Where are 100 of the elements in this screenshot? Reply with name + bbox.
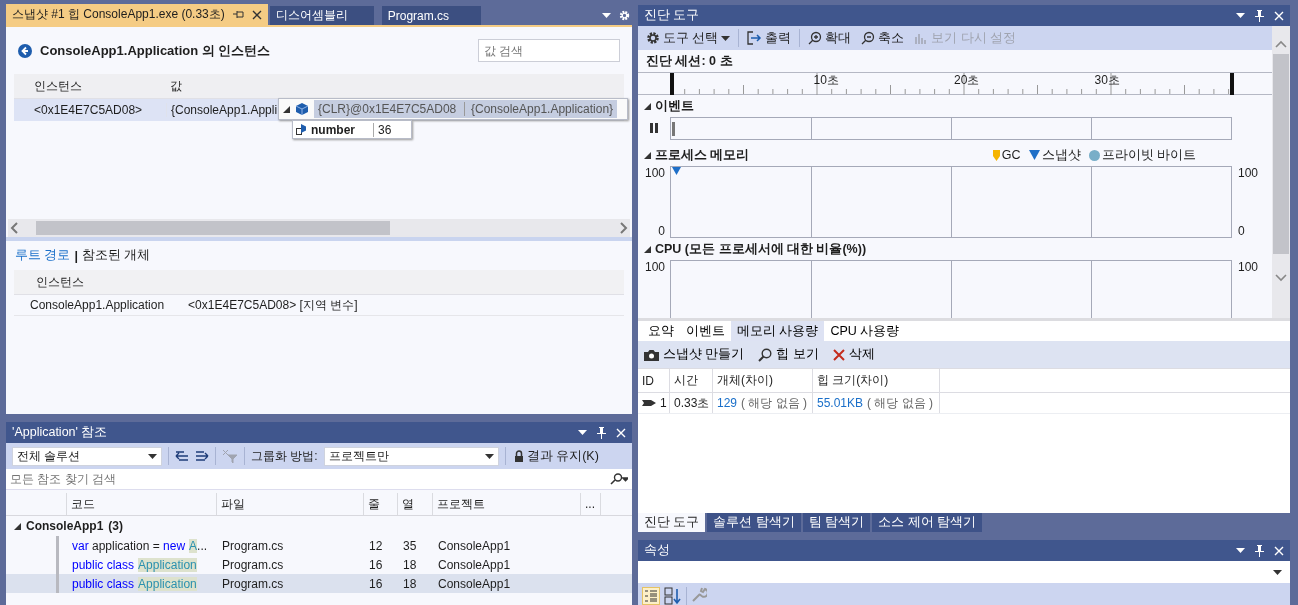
expander-icon[interactable] bbox=[283, 105, 290, 113]
legend-label: GC bbox=[1001, 148, 1021, 163]
scroll-up-icon[interactable] bbox=[1275, 40, 1287, 48]
table-cell-text: 35 bbox=[402, 538, 418, 553]
object-icon bbox=[296, 103, 308, 115]
scroll-down-icon[interactable] bbox=[1275, 274, 1287, 282]
menu-caret-icon[interactable] bbox=[484, 453, 494, 459]
toolbar-button[interactable]: 출력 bbox=[745, 29, 794, 47]
axis-label: 0 bbox=[658, 223, 665, 238]
heap-size-link[interactable]: 55.01KB bbox=[817, 396, 864, 410]
menu-caret-icon[interactable] bbox=[1273, 569, 1282, 575]
categorized-icon[interactable] bbox=[642, 587, 660, 605]
column-header[interactable]: 열 bbox=[397, 493, 432, 515]
prev-icon[interactable] bbox=[175, 450, 189, 462]
table-cell-text: 12 bbox=[368, 538, 384, 553]
sort-icon[interactable] bbox=[664, 587, 682, 605]
group-label[interactable]: ConsoleApp1 bbox=[26, 519, 104, 533]
menu-caret-icon[interactable] bbox=[148, 453, 157, 459]
expander-icon[interactable] bbox=[644, 102, 651, 110]
scrollbar-thumb[interactable] bbox=[36, 221, 390, 235]
scope-dropdown[interactable]: 전체 솔루션 bbox=[12, 446, 162, 466]
legend-label: 프라이빗 바이트 bbox=[1101, 146, 1196, 164]
section-title: 이벤트 bbox=[655, 97, 694, 115]
toolbar-button[interactable]: 도구 선택 bbox=[644, 29, 733, 47]
bar-chart-icon bbox=[914, 31, 929, 46]
diff-text: ( 해당 없음 ) bbox=[741, 394, 808, 412]
tool-window-tab[interactable]: 솔루션 탐색기 bbox=[707, 513, 801, 532]
view-tab[interactable]: 메모리 사용량 bbox=[731, 321, 825, 341]
next-icon[interactable] bbox=[195, 450, 209, 462]
search-field[interactable]: 모든 참조 찾기 검색 bbox=[6, 469, 610, 489]
pin-icon[interactable] bbox=[1255, 9, 1264, 22]
tool-window-tab[interactable]: 팀 탐색기 bbox=[802, 513, 871, 532]
table-cell-text: 16 bbox=[368, 557, 384, 572]
close-icon[interactable] bbox=[251, 9, 262, 20]
toolbar-button[interactable]: 축소 bbox=[859, 29, 907, 47]
view-tab[interactable]: CPU 사용량 bbox=[824, 321, 906, 341]
column-header[interactable]: ID bbox=[638, 369, 670, 392]
column-header[interactable]: 줄 bbox=[363, 493, 397, 515]
column-header[interactable]: 파일 bbox=[216, 493, 363, 515]
back-icon[interactable] bbox=[18, 43, 32, 58]
keep-results-button[interactable]: 결과 유지(K) bbox=[511, 447, 601, 465]
pin-icon[interactable] bbox=[597, 426, 606, 439]
search-icon[interactable] bbox=[610, 469, 632, 489]
table-cell-text: Program.cs bbox=[221, 576, 285, 591]
table-cell-text: <0x1E4E7C5AD08> bbox=[33, 103, 144, 117]
reference-row[interactable]: public class Application Program.cs 16 18 ConsoleApp1 bbox=[6, 574, 632, 593]
view-title: ConsoleApp1.Application 의 인스턴스 bbox=[40, 41, 271, 60]
menu-caret-icon[interactable] bbox=[1236, 548, 1245, 553]
action-button[interactable]: 삭제 bbox=[832, 346, 875, 363]
path-tab[interactable]: 참조된 개체 bbox=[82, 247, 151, 264]
pause-icon[interactable] bbox=[650, 122, 659, 133]
action-button[interactable]: 스냅샷 만들기 bbox=[644, 346, 745, 363]
object-count-link[interactable]: 129 bbox=[717, 396, 738, 410]
group-by-dropdown[interactable]: 프로젝트만 bbox=[323, 446, 499, 466]
pin-icon[interactable] bbox=[1255, 544, 1264, 557]
action-button[interactable]: 힙 보기 bbox=[758, 346, 819, 363]
column-header[interactable]: 코드 bbox=[66, 493, 216, 515]
ruler-label: 10초 bbox=[812, 73, 840, 90]
pin-icon[interactable] bbox=[232, 10, 244, 19]
field-name: number bbox=[311, 122, 374, 137]
toolbar-button[interactable]: 확대 bbox=[806, 29, 854, 47]
panel-title: 속성 bbox=[644, 542, 670, 559]
expander-icon[interactable] bbox=[644, 245, 651, 253]
column-header[interactable]: 인스턴스 bbox=[14, 77, 166, 95]
view-tab[interactable]: 요약 bbox=[642, 321, 680, 341]
column-header[interactable]: 시간 bbox=[670, 369, 713, 392]
column-header[interactable]: 값 bbox=[166, 77, 182, 95]
menu-caret-icon[interactable] bbox=[721, 35, 731, 41]
field-icon bbox=[296, 124, 307, 135]
view-tab[interactable]: 이벤트 bbox=[680, 321, 731, 341]
expander-icon[interactable] bbox=[14, 522, 21, 530]
tool-window-tab[interactable]: 진단 도구 bbox=[638, 513, 706, 532]
column-header[interactable]: 힙 크기(차이) bbox=[813, 369, 940, 392]
settings-icon[interactable] bbox=[619, 10, 630, 21]
zoom-out-icon bbox=[861, 31, 876, 46]
column-header[interactable]: ... bbox=[580, 493, 600, 515]
tool-window-tab[interactable]: 소스 제어 탐색기 bbox=[872, 513, 983, 532]
table-cell-text: ConsoleApp1 bbox=[437, 557, 512, 572]
column-header[interactable]: 개체(차이) bbox=[713, 369, 813, 392]
session-label: 진단 세션: 0 초 bbox=[645, 53, 734, 71]
document-tab[interactable]: 디스어셈블리 bbox=[269, 6, 374, 25]
document-tab[interactable]: 스냅샷 #1 힙 ConsoleApp1.exe (0.33초) bbox=[6, 4, 268, 25]
table-cell-text: Program.cs bbox=[221, 538, 285, 553]
document-tab[interactable]: Program.cs bbox=[381, 6, 481, 25]
snapshot-marker-icon bbox=[672, 166, 681, 175]
scrollbar-thumb[interactable] bbox=[1273, 54, 1289, 254]
expander-icon[interactable] bbox=[644, 151, 651, 159]
code-cell-text: public class Application bbox=[71, 576, 198, 591]
event-marker bbox=[672, 121, 675, 136]
table-cell-text: ConsoleApp1 bbox=[437, 538, 512, 553]
table-cell-text: 16 bbox=[368, 576, 384, 591]
search-icon bbox=[758, 347, 773, 362]
path-tab[interactable]: 루트 경로 bbox=[15, 247, 71, 264]
menu-caret-icon[interactable] bbox=[578, 430, 587, 435]
table-cell: 0.33초 bbox=[670, 393, 713, 413]
column-header[interactable]: 프로젝트 bbox=[432, 493, 580, 515]
search-field[interactable]: 값 검색 bbox=[478, 39, 620, 62]
column-header[interactable]: 인스턴스 bbox=[14, 273, 84, 291]
table-cell-text: Program.cs bbox=[221, 557, 285, 572]
menu-caret-icon[interactable] bbox=[1236, 13, 1245, 18]
